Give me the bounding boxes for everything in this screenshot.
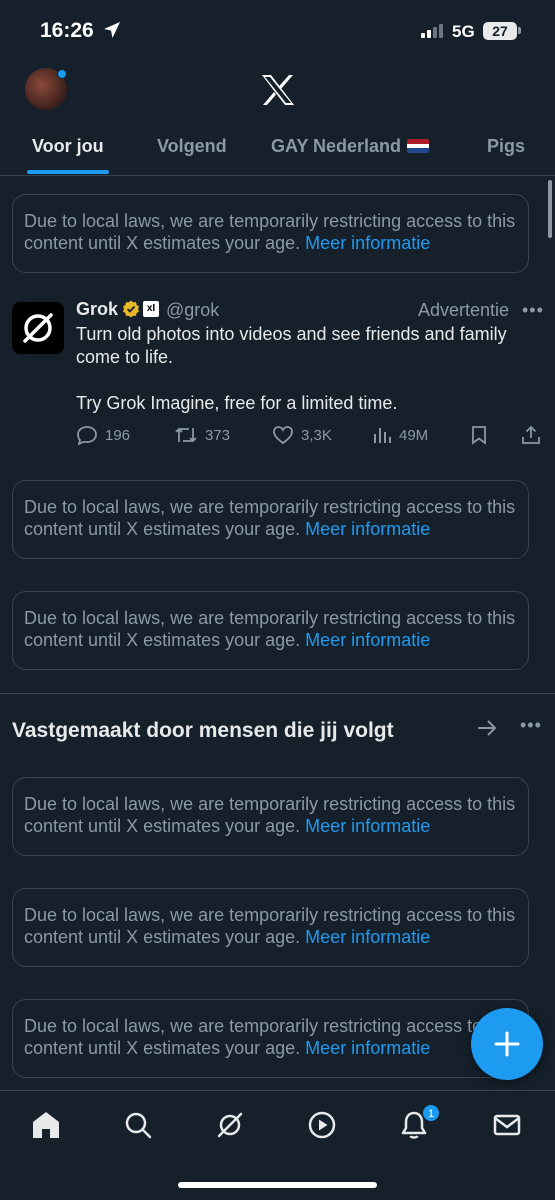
notification-dot bbox=[57, 69, 67, 79]
network-label: 5G bbox=[452, 22, 475, 41]
repost-icon bbox=[175, 427, 197, 443]
reply-button[interactable]: 196 bbox=[76, 425, 130, 445]
plus-icon bbox=[494, 1031, 520, 1057]
bookmark-button[interactable] bbox=[470, 425, 495, 445]
age-restriction-notice: Due to local laws, we are temporarily re… bbox=[12, 194, 529, 273]
tweet-paragraph: Turn old photos into videos and see frie… bbox=[76, 324, 507, 367]
notice-text: Due to local laws, we are temporarily re… bbox=[24, 905, 516, 947]
age-restriction-notice: Due to local laws, we are temporarily re… bbox=[12, 480, 529, 559]
tab-gay-nederland[interactable]: GAY Nederland bbox=[271, 136, 430, 157]
location-arrow-icon bbox=[104, 22, 120, 38]
share-button[interactable] bbox=[521, 425, 548, 445]
section-divider bbox=[0, 693, 555, 694]
tweet-author-name[interactable]: Grok bbox=[76, 299, 118, 320]
netherlands-flag-icon bbox=[407, 139, 430, 153]
tweet-paragraph: Try Grok Imagine, free for a limited tim… bbox=[76, 393, 398, 413]
notification-badge: 1 bbox=[422, 1104, 440, 1122]
bookmark-icon bbox=[472, 426, 486, 445]
share-icon bbox=[522, 425, 540, 444]
cellular-signal-icon bbox=[421, 24, 443, 38]
more-info-link[interactable]: Meer informatie bbox=[305, 816, 430, 836]
advertisement-label: Advertentie bbox=[418, 300, 510, 320]
more-info-link[interactable]: Meer informatie bbox=[305, 519, 430, 539]
views-count: 49M bbox=[399, 426, 429, 444]
xai-affiliate-badge: xI bbox=[143, 301, 159, 317]
video-play-icon[interactable] bbox=[307, 1110, 337, 1140]
battery-icon: 27 bbox=[483, 22, 517, 40]
tweet-handle[interactable]: @grok bbox=[166, 300, 219, 321]
scrollbar[interactable] bbox=[548, 180, 552, 238]
notice-text: Due to local laws, we are temporarily re… bbox=[24, 497, 516, 539]
timeline-tabs: Voor jou Volgend GAY Nederland Pigs bbox=[0, 120, 555, 176]
tab-volgend[interactable]: Volgend bbox=[157, 136, 227, 157]
status-time: 16:26 bbox=[40, 19, 94, 42]
age-restriction-notice: Due to local laws, we are temporarily re… bbox=[12, 777, 529, 856]
more-info-link[interactable]: Meer informatie bbox=[305, 630, 430, 650]
home-indicator[interactable] bbox=[178, 1182, 377, 1188]
more-info-link[interactable]: Meer informatie bbox=[305, 1038, 430, 1058]
grok-icon[interactable] bbox=[215, 1110, 245, 1140]
x-logo-icon bbox=[262, 75, 294, 105]
home-icon[interactable] bbox=[31, 1110, 61, 1140]
tweet-actions: 196 373 3,3K 49M bbox=[0, 425, 555, 449]
active-tab-indicator bbox=[27, 170, 109, 174]
reply-icon bbox=[77, 426, 97, 445]
more-info-link[interactable]: Meer informatie bbox=[305, 927, 430, 947]
notice-text: Due to local laws, we are temporarily re… bbox=[24, 1016, 516, 1058]
tab-pigs[interactable]: Pigs bbox=[487, 136, 525, 157]
tweet-text: Turn old photos into videos and see frie… bbox=[76, 323, 541, 438]
tab-label: GAY Nederland bbox=[271, 136, 402, 156]
views-chart-icon bbox=[374, 428, 391, 443]
repost-count: 373 bbox=[205, 426, 231, 444]
section-more-options-icon[interactable]: ••• bbox=[520, 715, 542, 736]
age-restriction-notice: Due to local laws, we are temporarily re… bbox=[12, 999, 529, 1078]
like-count: 3,3K bbox=[301, 426, 332, 444]
notice-text: Due to local laws, we are temporarily re… bbox=[24, 608, 516, 650]
age-restriction-notice: Due to local laws, we are temporarily re… bbox=[12, 591, 529, 670]
more-info-link[interactable]: Meer informatie bbox=[305, 233, 430, 253]
verified-gold-icon bbox=[123, 300, 139, 318]
battery-nub bbox=[518, 27, 521, 34]
compose-button[interactable] bbox=[471, 1008, 543, 1080]
age-restriction-notice: Due to local laws, we are temporarily re… bbox=[12, 888, 529, 967]
reply-count: 196 bbox=[105, 426, 131, 444]
notice-text: Due to local laws, we are temporarily re… bbox=[24, 211, 516, 253]
search-icon[interactable] bbox=[123, 1110, 153, 1140]
status-bar: 16:26 5G 27 bbox=[0, 0, 555, 60]
tab-voor-jou[interactable]: Voor jou bbox=[32, 136, 104, 157]
repost-button[interactable]: 373 bbox=[174, 425, 230, 445]
grok-avatar[interactable] bbox=[12, 302, 64, 354]
views-button[interactable]: 49M bbox=[372, 425, 428, 445]
arrow-right-icon[interactable] bbox=[476, 718, 498, 738]
messages-mail-icon[interactable] bbox=[492, 1110, 522, 1140]
like-button[interactable]: 3,3K bbox=[272, 425, 332, 445]
heart-icon bbox=[273, 426, 293, 445]
grok-logo-icon bbox=[23, 313, 53, 343]
section-title: Vastgemaakt door mensen die jij volgt bbox=[12, 719, 394, 742]
notice-text: Due to local laws, we are temporarily re… bbox=[24, 794, 516, 836]
more-options-icon[interactable]: ••• bbox=[522, 300, 544, 321]
